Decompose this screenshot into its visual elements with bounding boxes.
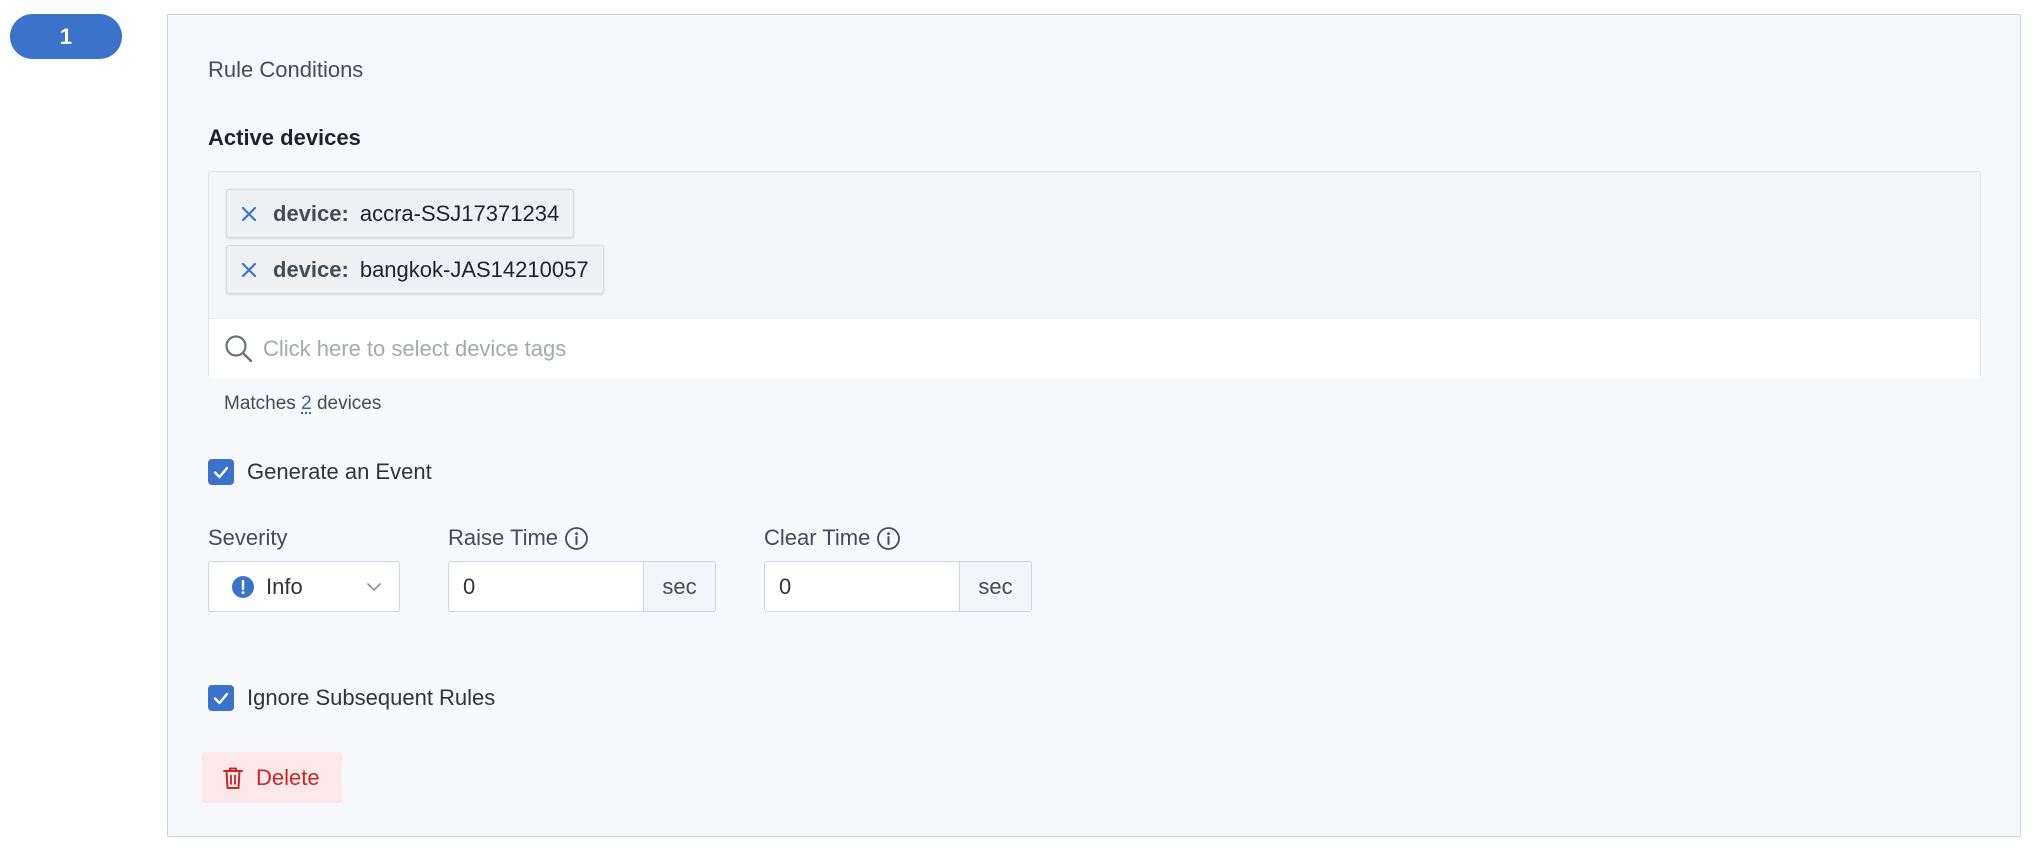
raise-time-unit: sec xyxy=(643,562,715,611)
device-tag: device: bangkok-JAS14210057 xyxy=(226,245,604,294)
clear-time-label: Clear Time xyxy=(764,525,901,551)
matches-count-link[interactable]: 2 xyxy=(301,393,312,414)
info-severity-icon xyxy=(232,575,254,598)
matches-suffix: devices xyxy=(316,393,382,414)
tag-value: bangkok-JAS14210057 xyxy=(359,256,589,282)
ignore-subsequent-checkbox[interactable] xyxy=(208,685,234,711)
checkmark-icon xyxy=(213,692,229,705)
tag-search-row xyxy=(209,318,1980,378)
delete-button[interactable]: Delete xyxy=(202,752,342,803)
device-tag-search-input[interactable] xyxy=(261,334,1761,363)
rule-conditions-panel: Rule Conditions Active devices device: a… xyxy=(167,14,2021,837)
rule-number-badge: 1 xyxy=(10,14,122,59)
info-icon[interactable] xyxy=(876,526,901,551)
severity-label-text: Severity xyxy=(208,525,288,550)
raise-time-input[interactable] xyxy=(449,562,643,611)
chevron-down-icon xyxy=(367,583,381,591)
severity-label: Severity xyxy=(208,525,287,551)
close-icon[interactable] xyxy=(237,258,261,282)
raise-time-label: Raise Time xyxy=(448,525,589,551)
matches-prefix: Matches xyxy=(224,393,296,414)
raise-time-label-text: Raise Time xyxy=(448,525,559,550)
clear-time-label-text: Clear Time xyxy=(764,525,871,550)
clear-time-group: sec xyxy=(764,561,1032,612)
checkmark-icon xyxy=(213,466,229,479)
tag-key: device: xyxy=(273,200,349,226)
section-title: Rule Conditions xyxy=(208,57,364,82)
ignore-subsequent-row: Ignore Subsequent Rules xyxy=(208,685,495,711)
device-tag: device: accra-SSJ17371234 xyxy=(226,189,575,238)
ignore-subsequent-label: Ignore Subsequent Rules xyxy=(247,685,496,710)
trash-icon xyxy=(223,767,243,789)
info-icon[interactable] xyxy=(564,526,589,551)
raise-time-group: sec xyxy=(448,561,716,612)
clear-time-unit: sec xyxy=(959,562,1031,611)
delete-label: Delete xyxy=(256,764,320,790)
severity-value: Info xyxy=(266,573,303,599)
search-icon xyxy=(225,334,253,362)
clear-time-input[interactable] xyxy=(765,562,959,611)
close-icon[interactable] xyxy=(237,202,261,226)
device-tag-selector: device: accra-SSJ17371234 device: bangko… xyxy=(208,171,1981,378)
matches-text: Matches 2 devices xyxy=(224,393,381,415)
tag-key: device: xyxy=(273,256,349,282)
generate-event-checkbox[interactable] xyxy=(208,459,234,485)
tag-value: accra-SSJ17371234 xyxy=(359,200,560,226)
severity-select[interactable]: Info xyxy=(208,561,400,612)
active-devices-label: Active devices xyxy=(208,125,361,150)
generate-event-row: Generate an Event xyxy=(208,459,432,485)
generate-event-label: Generate an Event xyxy=(247,459,432,484)
